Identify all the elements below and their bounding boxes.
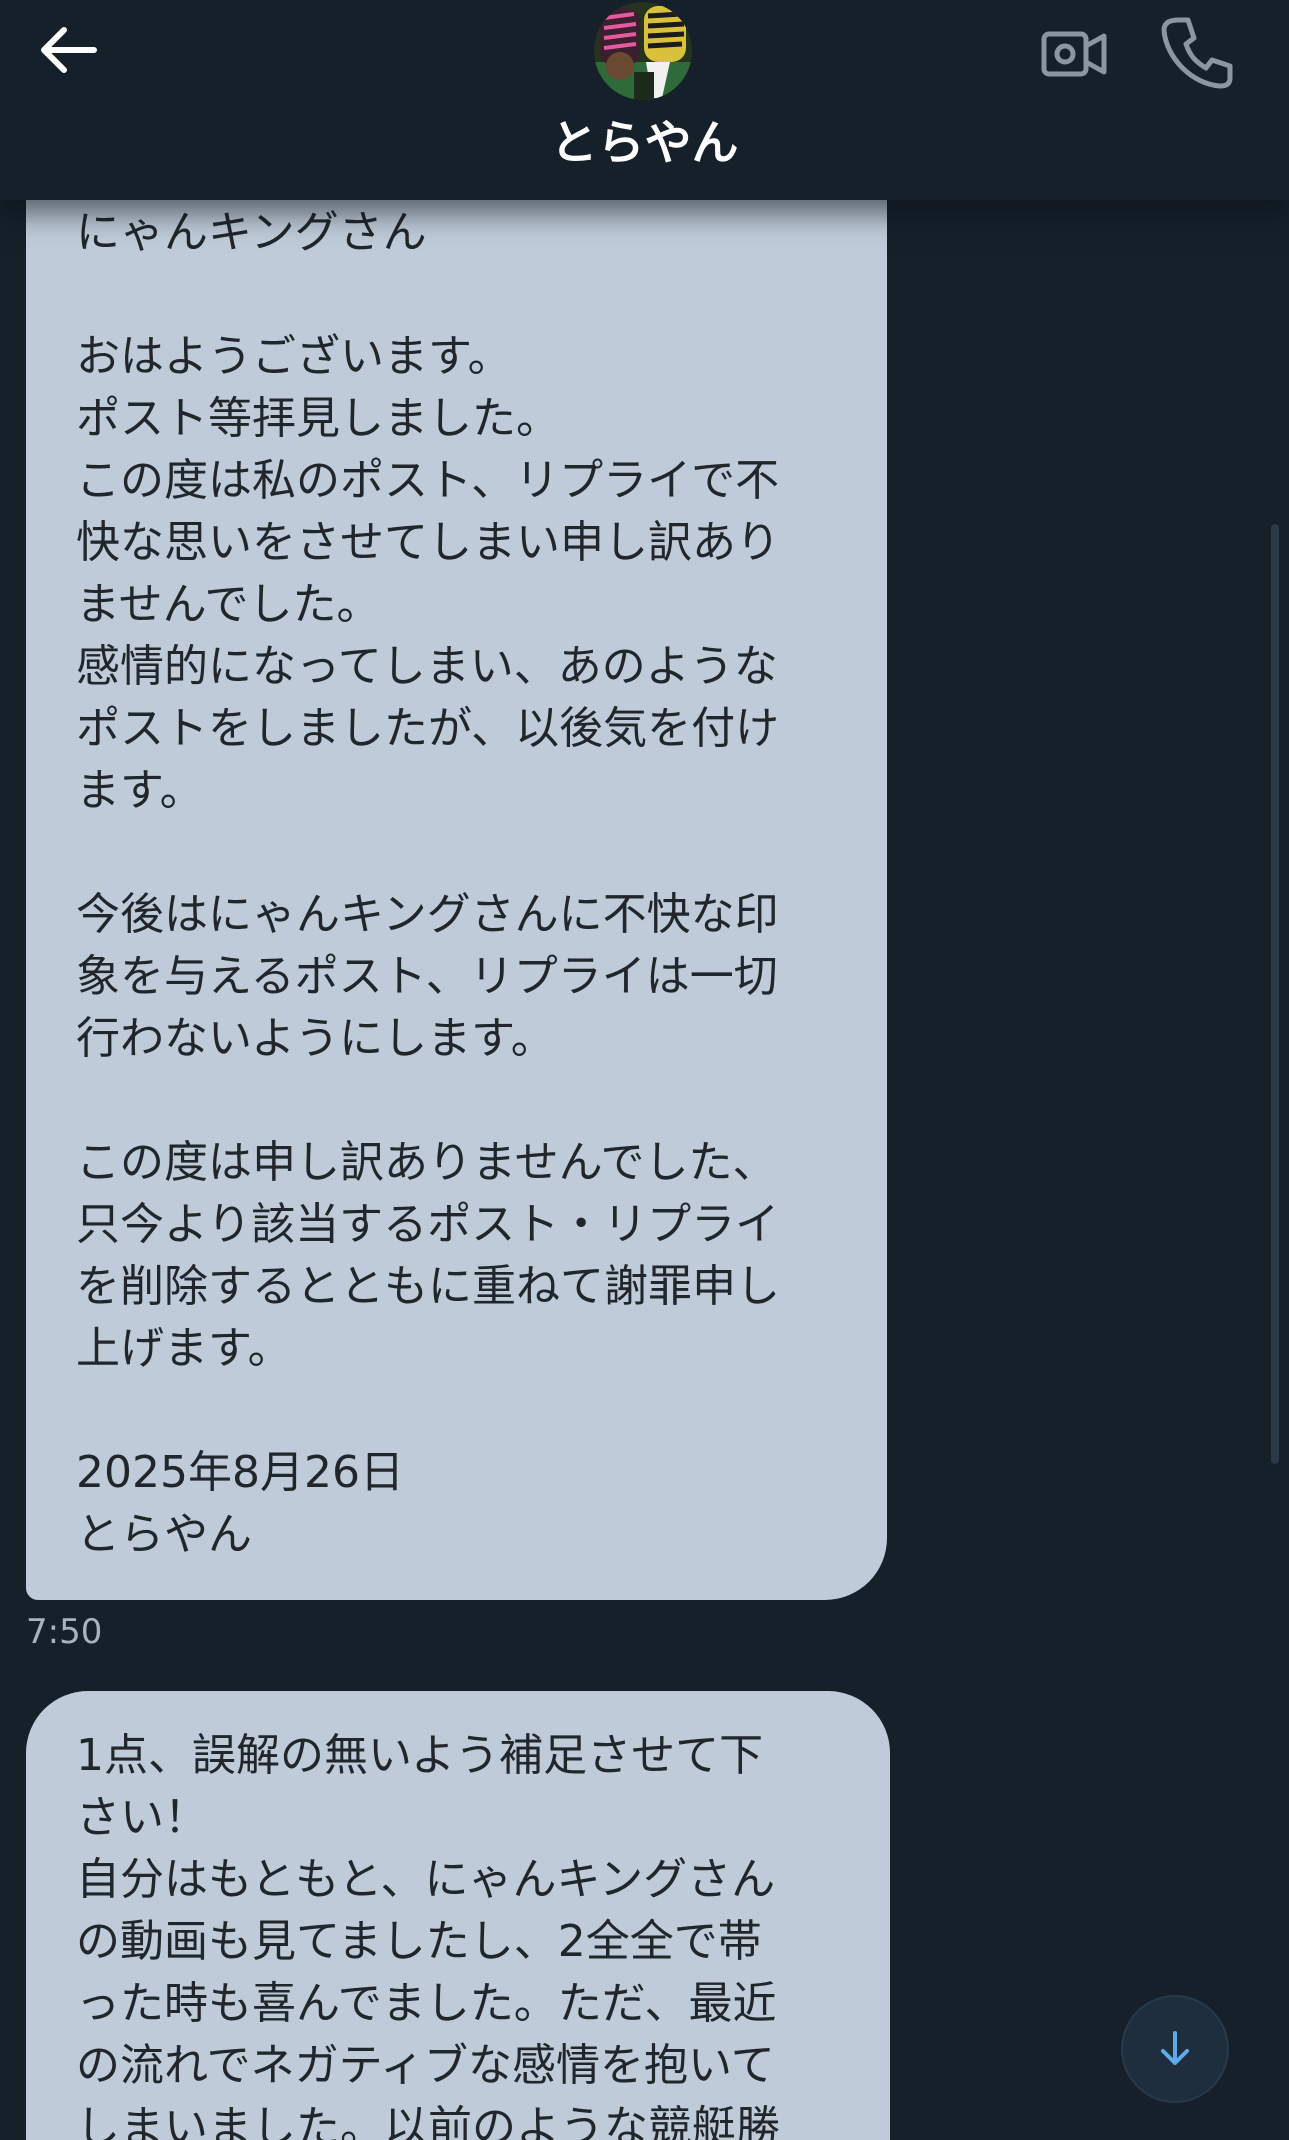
- message-line: この度は私のポスト、リプライで不: [76, 455, 780, 506]
- avatar-image: [594, 2, 692, 100]
- message-line: 快な思いをさせてしまい申し訳あり: [76, 517, 780, 568]
- message-line: 1点、誤解の無いよう補足させて下: [76, 1730, 764, 1781]
- video-call-button[interactable]: [1036, 16, 1112, 92]
- message-line: ポスト等拝見しました。: [76, 393, 560, 444]
- contact-name[interactable]: とらやん: [0, 114, 1289, 174]
- message-bubble[interactable]: 1点、誤解の無いよう補足させて下 さい！ 自分はもともと、にゃんキングさん の動…: [26, 1691, 890, 2140]
- message-timestamp: 7:50: [26, 1612, 103, 1652]
- message-line: にゃんキングさん: [76, 207, 427, 258]
- dm-conversation-screen: とらやん にゃんキングさん おはようございます。 ポスト等拝見しました。 この度…: [0, 0, 1289, 2140]
- voice-call-button[interactable]: [1156, 12, 1236, 92]
- message-line: 上げます。: [76, 1323, 292, 1374]
- scrollbar[interactable]: [1271, 524, 1279, 1464]
- phone-icon: [1161, 17, 1233, 89]
- message-line: ポストをしましたが、以後気を付け: [76, 703, 780, 754]
- message-line: 象を与えるポスト、リプライは一切: [76, 951, 778, 1002]
- conversation-header: とらやん: [0, 0, 1289, 200]
- avatar[interactable]: [594, 2, 692, 100]
- message-line: ませんでした。: [76, 579, 381, 630]
- message-line: 2025年8月26日: [76, 1447, 404, 1498]
- message-line: 感情的になってしまい、あのような: [76, 641, 778, 692]
- message-line: の動画も見てましたし、2全全で帯: [76, 1916, 762, 1967]
- video-camera-icon: [1041, 31, 1107, 77]
- back-button[interactable]: [32, 14, 112, 94]
- message-line: 行わないようにします。: [76, 1013, 555, 1064]
- message-bubble[interactable]: にゃんキングさん おはようございます。 ポスト等拝見しました。 この度は私のポス…: [26, 150, 887, 1600]
- message-line: おはようございます。: [76, 331, 512, 382]
- message-line: の流れでネガティブな感情を抱いて: [76, 2040, 775, 2091]
- message-line: さい！: [76, 1792, 208, 1843]
- message-line: とらやん: [76, 1509, 252, 1560]
- message-line: った時も喜んでました。ただ、最近: [76, 1978, 777, 2029]
- message-line: この度は申し訳ありませんでした、: [76, 1137, 777, 1188]
- message-line: 今後はにゃんキングさんに不快な印: [76, 889, 779, 940]
- arrow-down-icon: [1161, 2031, 1189, 2065]
- scroll-to-bottom-button[interactable]: [1121, 1995, 1229, 2103]
- message-line: ます。: [76, 765, 204, 816]
- message-line: 自分はもともと、にゃんキングさん: [76, 1854, 776, 1905]
- message-line: を削除するとともに重ねて謝罪申し: [76, 1261, 780, 1312]
- message-line: しまいました。以前のような競艇勝: [76, 2102, 780, 2140]
- message-line: 只今より該当するポスト・リプライ: [76, 1199, 780, 1250]
- arrow-left-icon: [41, 27, 97, 73]
